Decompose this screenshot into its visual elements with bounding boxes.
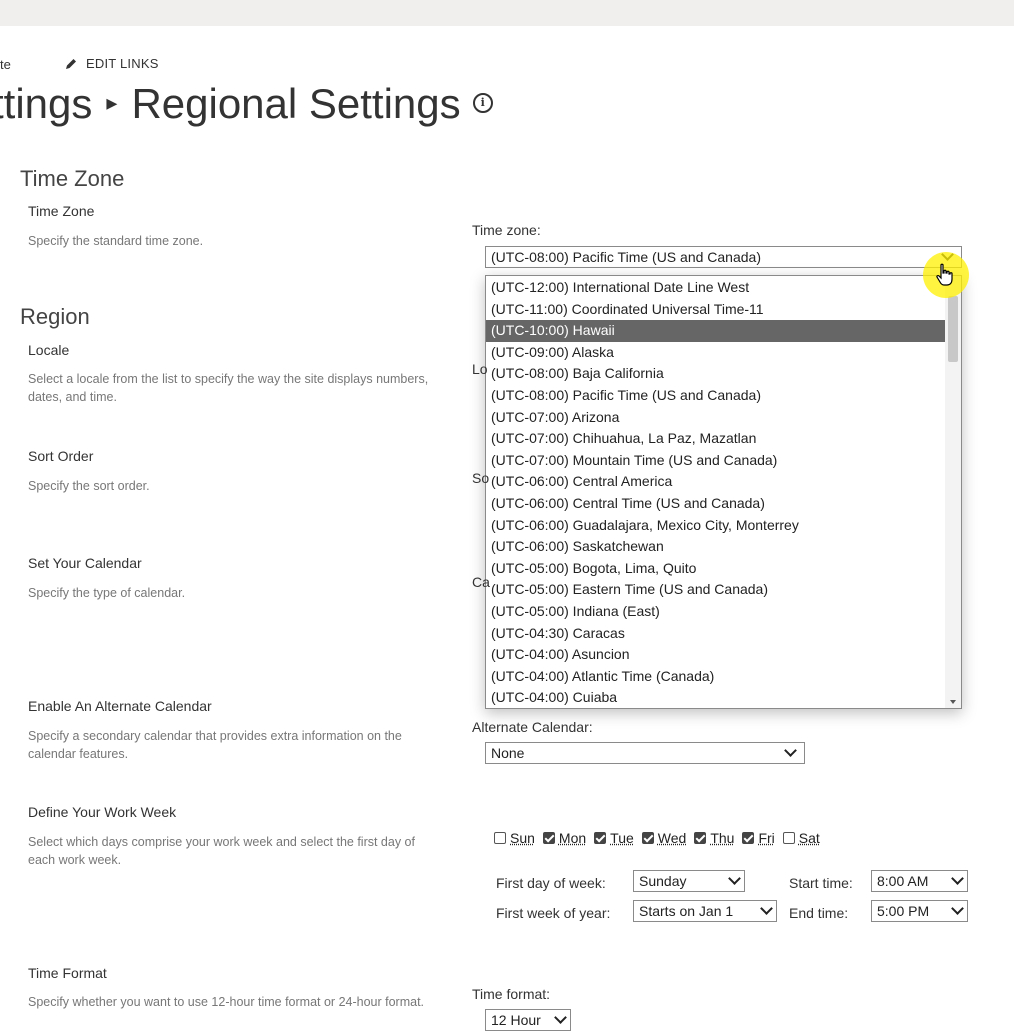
edit-links-label: EDIT LINKS [86, 56, 159, 71]
alternate-calendar-select[interactable]: None [485, 742, 805, 764]
chevron-down-icon [951, 871, 964, 885]
time-zone-option[interactable]: (UTC-05:00) Indiana (East) [486, 601, 945, 623]
chevron-down-icon [784, 743, 797, 757]
time-zone-option[interactable]: (UTC-06:00) Central Time (US and Canada) [486, 493, 945, 515]
checkbox-mon[interactable] [542, 832, 555, 844]
first-week-select[interactable]: Starts on Jan 1 [633, 900, 777, 922]
checkbox-tue[interactable] [594, 832, 607, 844]
alternate-calendar-description: Specify a secondary calendar that provid… [28, 729, 402, 761]
checkbox-thu[interactable] [694, 832, 707, 844]
first-day-label: First day of week: [496, 875, 606, 891]
checkbox-sun[interactable] [494, 832, 506, 844]
day-tue-checkbox[interactable]: Tue [594, 830, 634, 846]
time-zone-option[interactable]: (UTC-05:00) Eastern Time (US and Canada) [486, 579, 945, 601]
time-format-select[interactable]: 12 Hour [485, 1009, 571, 1031]
dropdown-scrollbar[interactable] [945, 276, 961, 708]
end-time-label: End time: [789, 905, 849, 921]
chevron-down-icon [554, 1010, 567, 1024]
time-zone-option[interactable]: (UTC-08:00) Baja California [486, 363, 945, 385]
time-zone-option[interactable]: (UTC-07:00) Arizona [486, 407, 945, 429]
edit-links-button[interactable]: EDIT LINKS [64, 56, 159, 71]
calendar-label: Set Your Calendar [28, 555, 142, 571]
chevron-down-icon [951, 901, 964, 915]
day-mon-checkbox[interactable]: Mon [542, 830, 586, 846]
time-zone-option[interactable]: (UTC-07:00) Chihuahua, La Paz, Mazatlan [486, 428, 945, 450]
time-zone-option[interactable]: (UTC-06:00) Central America [486, 471, 945, 493]
day-fri-checkbox[interactable]: Fri [742, 830, 775, 846]
time-zone-option[interactable]: (UTC-07:00) Mountain Time (US and Canada… [486, 450, 945, 472]
info-icon[interactable]: i [472, 92, 493, 113]
time-zone-field-label: Time zone: [472, 222, 541, 238]
time-zone-option[interactable]: (UTC-04:00) Cuiaba [486, 687, 945, 708]
chevron-down-icon [728, 871, 741, 885]
day-sat-checkbox[interactable]: Sat [782, 830, 820, 846]
checkbox-fri[interactable] [742, 832, 755, 844]
breadcrumb-link[interactable]: te [0, 57, 11, 72]
page-title: ttings ▸ Regional Settings i [0, 80, 493, 128]
start-time-label: Start time: [789, 875, 853, 891]
work-week-description: Select which days comprise your work wee… [28, 835, 415, 867]
calendar-field-label: Ca [472, 574, 490, 590]
alternate-calendar-label: Enable An Alternate Calendar [28, 698, 212, 714]
day-thu-checkbox[interactable]: Thu [694, 830, 734, 846]
time-zone-option[interactable]: (UTC-05:00) Bogota, Lima, Quito [486, 558, 945, 580]
work-days-checkboxes: Sun Mon Tue Wed Thu Fri Sat [494, 830, 820, 846]
time-zone-select[interactable]: (UTC-08:00) Pacific Time (US and Canada) [485, 246, 962, 268]
scrollbar-thumb[interactable] [948, 296, 958, 362]
sort-order-label: Sort Order [28, 448, 94, 464]
time-zone-option[interactable]: (UTC-06:00) Guadalajara, Mexico City, Mo… [486, 515, 945, 537]
breadcrumb-separator-icon: ▸ [106, 89, 118, 115]
top-bar [0, 0, 1014, 26]
time-zone-option[interactable]: (UTC-06:00) Saskatchewan [486, 536, 945, 558]
locale-field-label: Lo [472, 361, 488, 377]
first-week-label: First week of year: [496, 905, 611, 921]
time-format-description: Specify whether you want to use 12-hour … [28, 995, 425, 1009]
first-day-select[interactable]: Sunday [633, 870, 745, 892]
time-zone-dropdown-list[interactable]: (UTC-12:00) International Date Line West… [485, 275, 962, 709]
day-wed-checkbox[interactable]: Wed [641, 830, 686, 846]
section-heading-time-zone: Time Zone [20, 166, 125, 191]
chevron-down-icon [760, 901, 773, 915]
alternate-calendar-field-label: Alternate Calendar: [472, 719, 593, 735]
time-zone-option[interactable]: (UTC-11:00) Coordinated Universal Time-1… [486, 299, 945, 321]
time-zone-option[interactable]: (UTC-04:00) Asuncion [486, 644, 945, 666]
locale-label: Locale [28, 342, 70, 358]
section-heading-region: Region [20, 304, 90, 329]
time-zone-option[interactable]: (UTC-12:00) International Date Line West [486, 277, 945, 299]
checkbox-sat[interactable] [782, 832, 795, 844]
hand-pointer-icon [936, 263, 953, 286]
checkbox-wed[interactable] [641, 832, 654, 844]
time-zone-option[interactable]: (UTC-08:00) Pacific Time (US and Canada) [486, 385, 945, 407]
time-format-field-label: Time format: [472, 986, 551, 1002]
time-zone-option[interactable]: (UTC-10:00) Hawaii [486, 320, 945, 342]
time-zone-option[interactable]: (UTC-09:00) Alaska [486, 342, 945, 364]
scroll-down-arrow-icon[interactable] [950, 700, 956, 704]
start-time-select[interactable]: 8:00 AM [871, 870, 968, 892]
work-week-label: Define Your Work Week [28, 804, 177, 820]
pencil-icon [66, 58, 76, 69]
locale-description: Select a locale from the list to specify… [28, 372, 429, 404]
day-sun-checkbox[interactable]: Sun [494, 830, 535, 846]
calendar-description: Specify the type of calendar. [28, 586, 186, 600]
time-format-label: Time Format [28, 965, 107, 981]
time-zone-option[interactable]: (UTC-04:30) Caracas [486, 623, 945, 645]
sort-order-description: Specify the sort order. [28, 479, 150, 493]
time-zone-label: Time Zone [28, 203, 95, 219]
end-time-select[interactable]: 5:00 PM [871, 900, 968, 922]
sort-order-field-label: So [472, 470, 490, 486]
time-zone-description: Specify the standard time zone. [28, 234, 204, 248]
time-zone-option[interactable]: (UTC-04:00) Atlantic Time (Canada) [486, 666, 945, 688]
